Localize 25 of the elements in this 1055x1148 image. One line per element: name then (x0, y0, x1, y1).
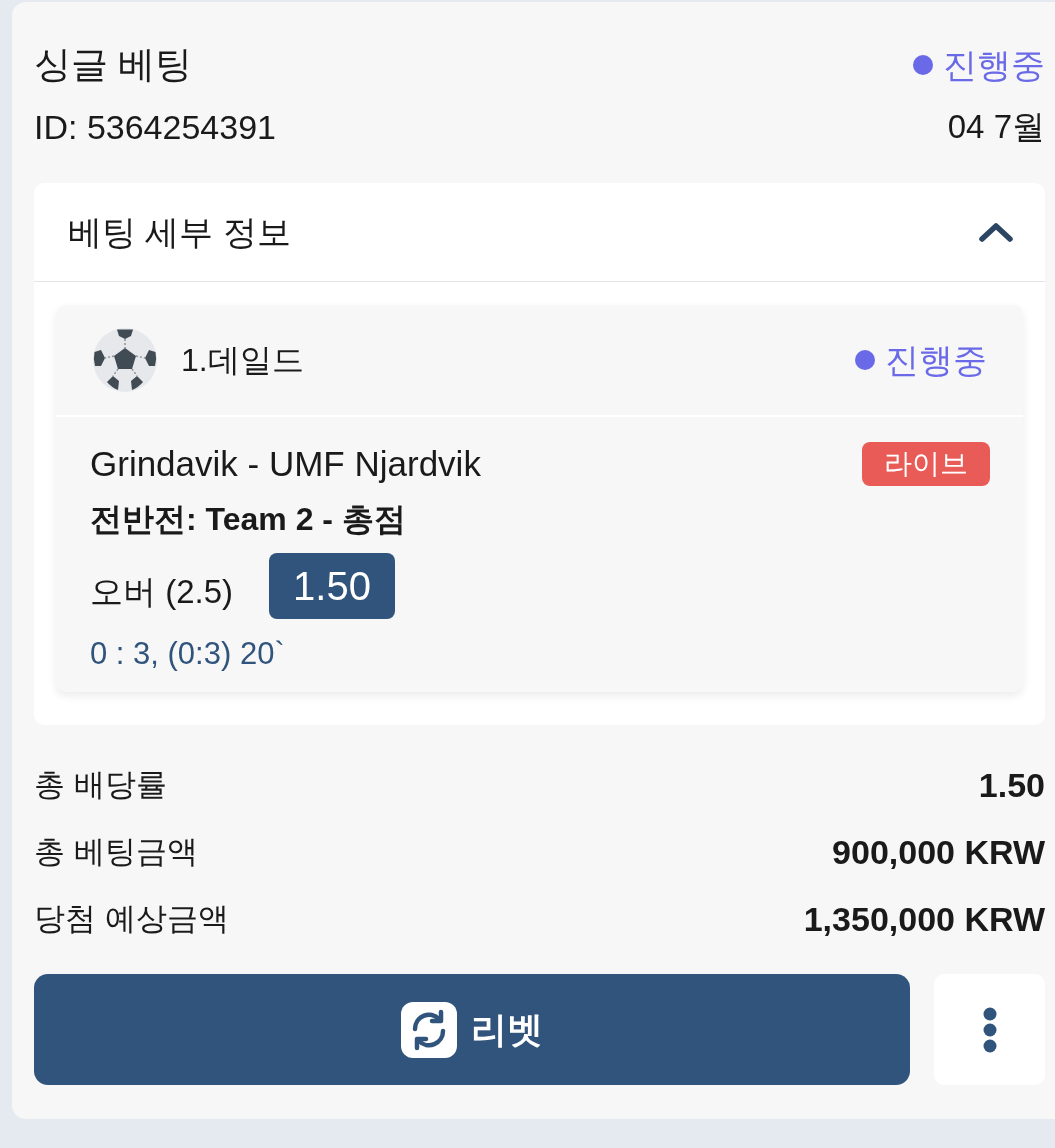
more-vertical-icon (982, 1006, 997, 1053)
rebet-button[interactable]: 리벳 (34, 974, 910, 1085)
chevron-up-icon[interactable] (977, 220, 1015, 244)
selection-name: 1.데일드 (181, 341, 304, 380)
status-label: 진행중 (943, 45, 1045, 86)
summary-value: 1,350,000 KRW (803, 898, 1045, 939)
more-button[interactable] (934, 974, 1045, 1085)
market-name: 전반전: Team 2 - 총점 (90, 500, 406, 539)
match-name: Grindavik - UMF Njardvik (90, 444, 481, 484)
summary-label: 당첨 예상금액 (34, 899, 229, 938)
pick-label: 오버 (2.5) (90, 572, 234, 612)
details-title: 베팅 세부 정보 (68, 212, 291, 253)
live-badge: 라이브 (862, 442, 990, 486)
summary-value: 900,000 KRW (832, 831, 1045, 872)
match-score: 0 : 3, (0:3) 20` (90, 637, 285, 671)
summary-value: 1.50 (978, 764, 1045, 805)
status-label: 진행중 (885, 340, 987, 381)
soccer-ball-icon (93, 328, 157, 392)
summary-label: 총 베팅금액 (34, 832, 198, 871)
summary-label: 총 배당률 (34, 765, 167, 804)
bet-title: 싱글 베팅 (34, 43, 193, 87)
bet-date: 04 7월 (947, 107, 1045, 147)
bet-id: ID: 5364254391 (34, 107, 276, 147)
refresh-icon (401, 1001, 457, 1058)
odds-value: 1.50 (269, 553, 396, 619)
